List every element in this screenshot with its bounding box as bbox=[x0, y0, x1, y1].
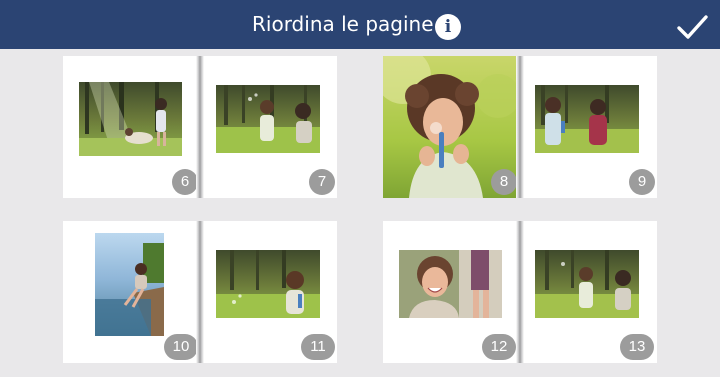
page-12[interactable]: 12 bbox=[383, 221, 516, 363]
page-6[interactable]: 6 bbox=[63, 56, 198, 198]
spread-8-9[interactable]: 8 9 bbox=[383, 56, 657, 198]
spine-fold bbox=[516, 221, 524, 363]
page-number-badge: 6 bbox=[172, 169, 198, 195]
page-photo bbox=[535, 85, 639, 153]
page-title: Riordina le pagine bbox=[252, 12, 434, 36]
page-9[interactable]: 9 bbox=[524, 56, 657, 198]
page-photo bbox=[216, 85, 320, 153]
page-11[interactable]: 11 bbox=[204, 221, 337, 363]
page-number-badge: 9 bbox=[629, 169, 655, 195]
page-number-badge: 7 bbox=[309, 169, 335, 195]
page-number-badge: 8 bbox=[491, 169, 517, 195]
spine-fold bbox=[196, 221, 204, 363]
spine-fold bbox=[516, 56, 524, 198]
spine-fold bbox=[196, 56, 204, 198]
page-8[interactable]: 8 bbox=[383, 56, 517, 198]
page-number-badge: 11 bbox=[301, 334, 335, 360]
page-photo bbox=[399, 250, 502, 318]
info-icon[interactable]: i bbox=[435, 14, 461, 40]
header-bar: Riordina le pagine i bbox=[0, 0, 720, 49]
page-number-badge: 10 bbox=[164, 334, 198, 360]
spread-10-11[interactable]: 10 11 bbox=[63, 221, 337, 363]
spread-12-13[interactable]: 12 13 bbox=[383, 221, 657, 363]
page-7[interactable]: 7 bbox=[204, 56, 337, 198]
page-photo bbox=[95, 233, 164, 336]
page-photo bbox=[79, 82, 182, 156]
spread-6-7[interactable]: 6 7 bbox=[63, 56, 337, 198]
page-photo bbox=[535, 250, 639, 318]
checkmark-icon[interactable] bbox=[674, 12, 710, 42]
page-photo bbox=[216, 250, 320, 318]
page-10[interactable]: 10 bbox=[63, 221, 198, 363]
page-number-badge: 12 bbox=[482, 334, 516, 360]
page-number-badge: 13 bbox=[620, 334, 654, 360]
page-13[interactable]: 13 bbox=[524, 221, 657, 363]
